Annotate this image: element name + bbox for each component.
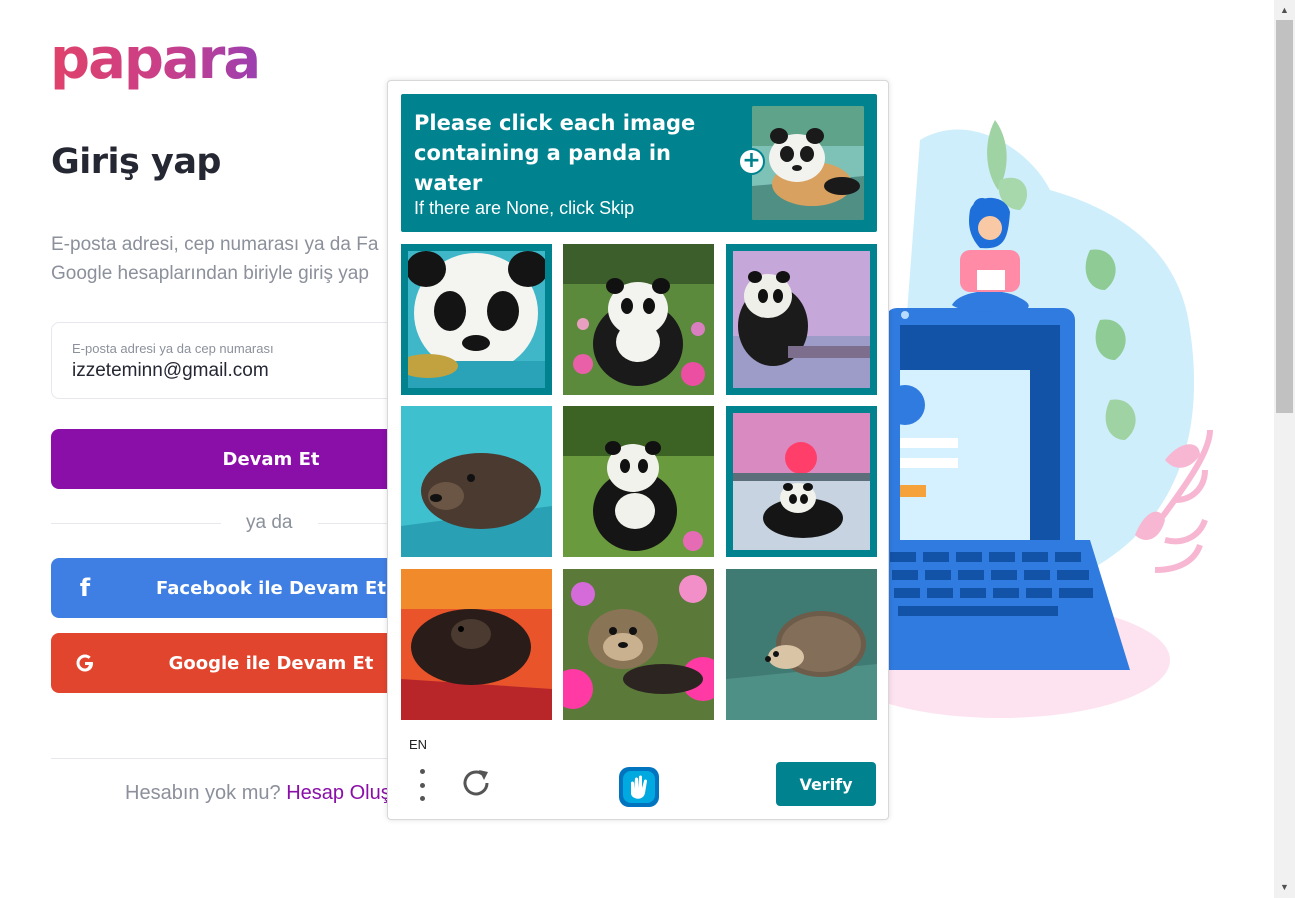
signup-prompt: Hesabın yok mu? Hesap Oluş — [125, 782, 391, 805]
continue-button-label: Devam Et — [222, 448, 320, 470]
laptop-illustration — [860, 120, 1213, 718]
captcha-tile-3[interactable] — [726, 244, 877, 395]
or-divider-text: ya da — [246, 512, 293, 533]
login-page: papara Giriş yap E-posta adresi, cep num… — [0, 0, 1295, 898]
or-divider-right — [318, 523, 391, 524]
hedgehog-in-water-image — [726, 569, 877, 720]
hcaptcha-logo-icon[interactable] — [617, 765, 661, 809]
captcha-tile-9[interactable] — [726, 569, 877, 720]
captcha-challenge-modal: Please click each image containing a pan… — [387, 80, 889, 820]
facebook-button-label: Facebook ile Devam Et — [156, 577, 386, 599]
email-input[interactable] — [72, 360, 372, 382]
otter-in-water-image — [401, 406, 552, 557]
email-field-label: E-posta adresi ya da cep numarası — [72, 341, 274, 356]
panda-in-water-image — [408, 251, 545, 388]
captcha-tile-7[interactable] — [401, 569, 552, 720]
captcha-prompt-text: Please click each image containing a pan… — [414, 111, 696, 195]
create-account-link[interactable]: Hesap Oluş — [286, 782, 391, 804]
or-divider-left — [51, 523, 221, 524]
refresh-icon[interactable] — [462, 767, 494, 799]
facebook-icon: f — [79, 574, 91, 602]
otter-sunset-water-image — [401, 569, 552, 720]
login-description: E-posta adresi, cep numarası ya da Fa Go… — [51, 230, 391, 288]
page-title: Giriş yap — [51, 142, 222, 182]
no-account-text: Hesabın yok mu? — [125, 782, 281, 804]
captcha-tile-1[interactable] — [401, 244, 552, 395]
captcha-skip-hint: If there are None, click Skip — [414, 198, 635, 218]
captcha-tile-6[interactable] — [726, 406, 877, 557]
email-field[interactable]: E-posta adresi ya da cep numarası — [51, 322, 411, 399]
google-icon — [71, 649, 99, 677]
papara-logo[interactable]: papara — [50, 30, 261, 90]
panda-in-water-image — [733, 251, 870, 388]
google-button-label: Google ile Devam Et — [168, 652, 374, 674]
captcha-tile-2[interactable] — [563, 244, 714, 395]
footer-divider — [51, 758, 391, 759]
scroll-down-arrow-icon[interactable]: ▼ — [1274, 879, 1295, 896]
more-vertical-icon[interactable] — [416, 769, 428, 801]
panda-in-water-sunset-image — [733, 413, 870, 550]
plus-icon[interactable]: + — [738, 148, 765, 175]
description-line-1: E-posta adresi, cep numarası ya da Fa — [51, 234, 379, 255]
otter-in-flowers-image — [563, 569, 714, 720]
panda-on-grass-image — [563, 406, 714, 557]
captcha-tile-5[interactable] — [563, 406, 714, 557]
captcha-image-grid — [401, 244, 877, 720]
captcha-tile-8[interactable] — [563, 569, 714, 720]
captcha-sample-image[interactable] — [752, 106, 864, 220]
language-selector[interactable]: EN — [409, 737, 427, 752]
captcha-prompt-banner: Please click each image containing a pan… — [401, 94, 877, 232]
scroll-thumb[interactable] — [1276, 20, 1293, 413]
description-line-2: Google hesaplarından biriyle giriş yap — [51, 263, 369, 284]
scroll-up-arrow-icon[interactable]: ▲ — [1274, 2, 1295, 19]
panda-in-flowers-image — [563, 244, 714, 395]
verify-button[interactable]: Verify — [776, 762, 876, 806]
captcha-tile-4[interactable] — [401, 406, 552, 557]
